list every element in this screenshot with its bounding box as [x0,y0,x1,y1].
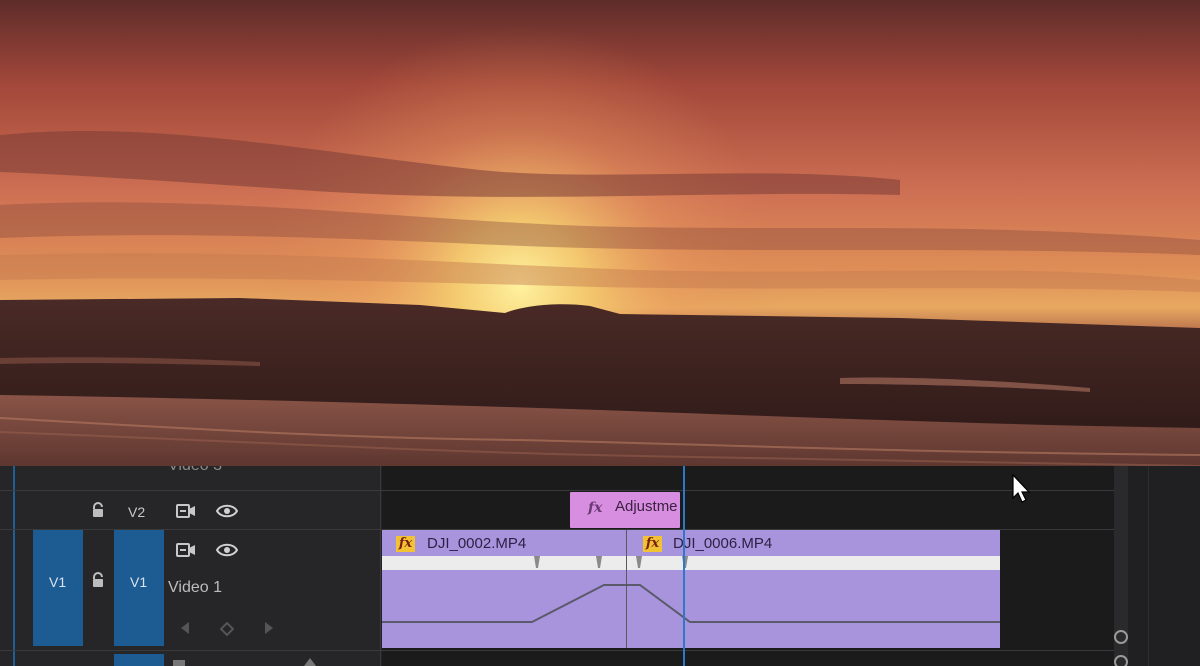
playhead[interactable] [683,466,685,666]
adjustment-layer-clip[interactable]: fx Adjustme [570,492,680,528]
track-divider-v3 [0,490,1114,491]
track-name-v3: Video 3 [168,466,222,475]
timeline-panel: Video 3 V2 V1 V1 Video 1 [0,466,1200,666]
lock-icon[interactable] [90,572,106,588]
mouse-pointer-icon [1012,474,1031,503]
header-separator [380,466,381,666]
opacity-rubber-band[interactable] [382,530,1000,648]
edit-point [626,530,627,648]
triangle-right-icon[interactable] [264,621,274,635]
right-panel-edge [1128,466,1200,666]
fx-badge-icon: fx [588,500,603,516]
track-label-v2[interactable]: V2 [128,504,145,520]
lock-icon[interactable] [90,502,106,518]
program-monitor-frame [0,0,1200,466]
right-separator [1148,466,1149,666]
track-divider-v1 [0,650,1114,651]
lock-icon [173,660,185,666]
adjustment-clip-name: Adjustme [615,498,677,515]
circle-handle-icon[interactable] [1113,629,1129,645]
target-patch-a1[interactable] [114,654,164,666]
target-patch-label: V1 [130,574,148,590]
program-monitor [0,0,1200,466]
diamond-icon[interactable] [220,622,234,636]
eye-icon[interactable] [216,504,238,518]
track-header-edge [13,466,15,666]
source-patch-label: V1 [49,574,67,590]
triangle-left-icon[interactable] [180,621,190,635]
eye-icon[interactable] [216,543,238,557]
camera-icon[interactable] [176,503,196,519]
keyframe-marker-icon [304,658,316,666]
camera-icon[interactable] [176,542,196,558]
track-name-v1[interactable]: Video 1 [168,579,222,597]
circle-handle-icon[interactable] [1113,654,1129,666]
